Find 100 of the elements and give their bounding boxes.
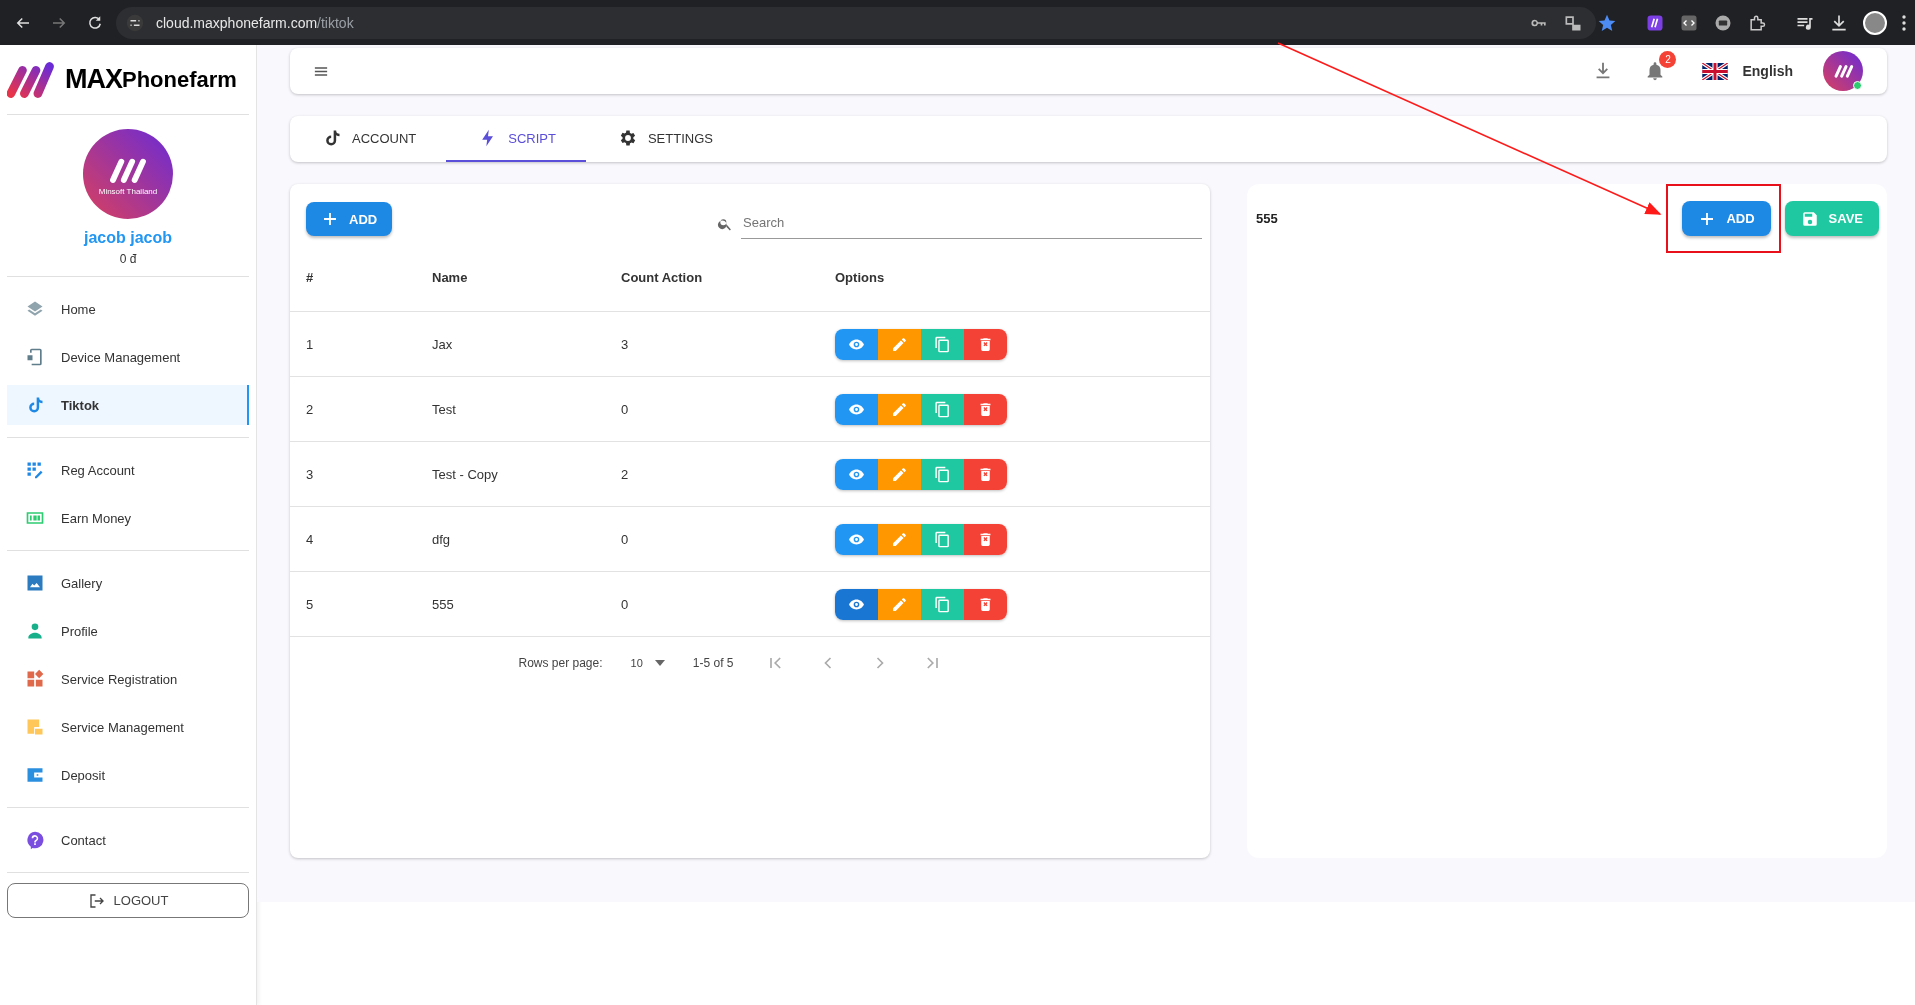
edit-button[interactable] <box>878 393 921 425</box>
table-cell-text: 0 <box>621 596 630 612</box>
grid-icon <box>25 460 45 480</box>
plus-icon <box>321 210 339 228</box>
script-title: 555 <box>1256 211 1278 226</box>
view-button[interactable] <box>835 393 878 425</box>
site-settings-icon <box>126 13 144 32</box>
page-range: 1-5 of 5 <box>692 656 734 670</box>
copy-button[interactable] <box>921 328 964 360</box>
person-icon <box>25 621 45 641</box>
sidebar-item[interactable]: Contact <box>7 820 249 860</box>
code-icon[interactable] <box>1679 13 1699 33</box>
edit-button[interactable] <box>878 588 921 620</box>
edit-button[interactable] <box>878 523 921 555</box>
copy-button[interactable] <box>921 523 964 555</box>
puzzle-icon[interactable] <box>1747 13 1767 33</box>
address-bar[interactable]: cloud.maxphonefarm.com/tiktok <box>116 6 1596 39</box>
table-cell-text: 0 <box>621 401 630 417</box>
sidebar-item[interactable]: Earn Money <box>7 498 249 538</box>
column-header: Options <box>835 269 886 285</box>
sidebar-item[interactable]: Profile <box>7 611 249 651</box>
column-header: # <box>306 269 315 285</box>
tab[interactable]: ACCOUNT <box>290 116 447 162</box>
sidebar-item[interactable]: Gallery <box>7 563 249 603</box>
view-button[interactable] <box>835 458 878 490</box>
table-cell-text: dfg <box>432 531 452 547</box>
caret-icon <box>654 660 665 666</box>
pencil-icon <box>891 530 908 548</box>
delete-button[interactable] <box>964 523 1007 555</box>
sidebar-item[interactable]: Device Management <box>7 337 249 377</box>
pencil-icon <box>891 400 908 418</box>
search-field[interactable]: Search <box>741 209 1202 239</box>
sidebar-item[interactable]: Service Registration <box>7 659 249 699</box>
tab[interactable]: SCRIPT <box>446 116 586 162</box>
sidebar-item[interactable]: Reg Account <box>7 450 249 490</box>
delete-button[interactable] <box>964 588 1007 620</box>
help-icon <box>25 830 45 850</box>
sidebar-item[interactable]: Service Management <box>7 707 249 747</box>
delete-button[interactable] <box>964 393 1007 425</box>
search-icon <box>717 216 733 232</box>
add-button[interactable]: ADD <box>1682 201 1771 236</box>
table-cell-text: 4 <box>306 531 315 547</box>
wallet-icon <box>25 765 45 785</box>
pencil-icon <box>891 465 908 483</box>
table-cell-text: 1 <box>306 336 315 352</box>
copy-icon <box>934 335 951 353</box>
user-name: jacob jacob <box>84 229 172 247</box>
profile-avatar[interactable] <box>1863 11 1887 35</box>
pencil-icon <box>891 335 908 353</box>
avatar-caption: Minsoft Thailand <box>98 186 158 196</box>
notification-badge: 2 <box>1659 51 1677 68</box>
user-avatar[interactable] <box>1823 51 1863 91</box>
column-header: Name <box>432 269 469 285</box>
table-cell-text: 0 <box>621 531 630 547</box>
online-dot <box>1853 81 1862 90</box>
tab[interactable]: SETTINGS <box>585 116 743 162</box>
rows-per-page-select[interactable]: 10 <box>630 657 665 669</box>
download-icon[interactable] <box>1829 13 1849 33</box>
edit-button[interactable] <box>878 328 921 360</box>
rows-per-page-label: Rows per page: <box>518 656 603 670</box>
table-cell-text: 2 <box>306 401 315 417</box>
copy-icon <box>934 465 951 483</box>
table-cell-text: 3 <box>621 336 630 352</box>
logout-button[interactable]: LOGOUT <box>7 883 249 918</box>
sidebar-item[interactable]: Deposit <box>7 755 249 795</box>
table-cell-text: Test - Copy <box>432 466 499 482</box>
flag-icon <box>1702 62 1729 80</box>
copy-button[interactable] <box>921 588 964 620</box>
edit-button[interactable] <box>878 458 921 490</box>
table-cell-text: 555 <box>432 596 455 612</box>
delete-button[interactable] <box>964 328 1007 360</box>
table-cell-text: 5 <box>306 596 315 612</box>
view-button[interactable] <box>835 523 878 555</box>
brand-logo: MAXPhonefarm <box>7 45 249 115</box>
pencil-icon <box>891 595 908 613</box>
view-button[interactable] <box>835 588 878 620</box>
add-button[interactable]: ADD <box>306 202 393 236</box>
balance: 0 đ <box>119 252 137 266</box>
delete-button[interactable] <box>964 458 1007 490</box>
view-button[interactable] <box>835 328 878 360</box>
column-header: Count Action <box>621 269 704 285</box>
table-cell-text: Jax <box>432 336 454 352</box>
widgets-icon <box>25 669 45 689</box>
device-icon <box>25 347 45 367</box>
copy-icon <box>934 530 951 548</box>
language-selector[interactable]: English <box>1702 62 1793 80</box>
extension-icon[interactable] <box>1645 13 1665 33</box>
star-icon[interactable] <box>1597 13 1617 33</box>
table-cell-text: 2 <box>621 466 630 482</box>
copy-button[interactable] <box>921 393 964 425</box>
copy-button[interactable] <box>921 458 964 490</box>
table-cell-text: Test <box>432 401 457 417</box>
menu-icon[interactable] <box>314 65 328 77</box>
table-cell-text: 3 <box>306 466 315 482</box>
copy-icon <box>934 400 951 418</box>
sidebar-item[interactable]: Home <box>7 289 249 329</box>
logout-icon <box>87 891 106 910</box>
sidebar-item[interactable]: Tiktok <box>7 385 249 425</box>
copy-icon <box>934 595 951 613</box>
more-icon[interactable] <box>1901 13 1907 33</box>
